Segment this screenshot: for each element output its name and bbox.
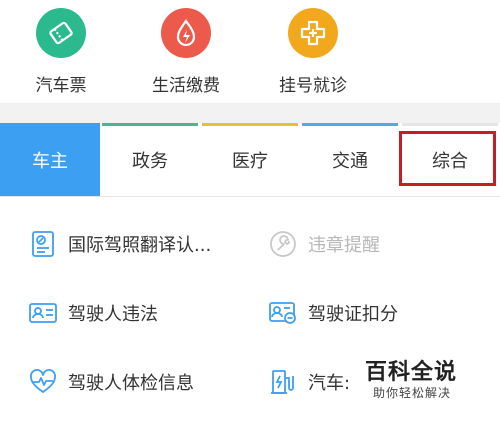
service-item-violation-reminder[interactable]: 违章提醒 (268, 229, 380, 259)
service-item-label: 国际驾照翻译认... (68, 235, 212, 256)
charging-station-icon (268, 367, 298, 397)
utility-bill-shortcut[interactable]: 生活缴费 (138, 8, 234, 96)
tab-government[interactable]: 政务 (100, 123, 200, 196)
service-item-label: 汽车: (308, 373, 351, 394)
tab-medical[interactable]: 医疗 (200, 123, 300, 196)
service-item-label: 驾驶人违法 (68, 304, 158, 325)
tab-traffic[interactable]: 交通 (300, 123, 400, 196)
tab-accent-line (302, 123, 398, 126)
service-item-label: 违章提醒 (308, 235, 380, 256)
section-divider (0, 103, 500, 123)
tab-label: 医疗 (232, 150, 268, 172)
utility-drop-icon (161, 8, 211, 58)
medical-cross-icon (288, 8, 338, 58)
tab-accent-line (202, 123, 298, 126)
heartbeat-icon (28, 367, 58, 397)
ticket-icon (36, 8, 86, 58)
service-item-health-check[interactable]: 驾驶人体检信息 (28, 367, 194, 397)
service-item-label: 驾驶人体检信息 (68, 373, 194, 394)
hospital-registration-shortcut[interactable]: 挂号就诊 (265, 8, 361, 96)
highlight-box (399, 131, 496, 186)
shortcut-label: 汽车票 (35, 76, 87, 96)
watermark-title: 百科全说 (365, 360, 458, 385)
tab-accent-line (102, 123, 198, 126)
driver-id-card-icon (28, 298, 58, 328)
shortcut-label: 生活缴费 (152, 76, 220, 96)
watermark-logo: 百科全说 助你轻松解决 (352, 352, 470, 404)
tab-car-owner[interactable]: 车主 (0, 123, 100, 196)
tab-label: 车主 (32, 150, 68, 172)
shortcut-label: 挂号就诊 (279, 76, 347, 96)
bus-ticket-shortcut[interactable]: 汽车票 (13, 8, 109, 96)
license-minus-icon (268, 298, 298, 328)
service-item-car-charging[interactable]: 汽车: (268, 367, 350, 397)
service-item-intl-license[interactable]: 国际驾照翻译认... (28, 229, 211, 259)
license-doc-icon (28, 229, 58, 259)
service-item-label: 驾驶证扣分 (308, 304, 398, 325)
tab-accent-line (402, 123, 498, 126)
service-item-driver-violation[interactable]: 驾驶人违法 (28, 298, 158, 328)
tab-label: 交通 (332, 150, 368, 172)
watermark-subtitle: 助你轻松解决 (373, 386, 452, 400)
wrench-icon (268, 229, 298, 259)
service-item-license-points[interactable]: 驾驶证扣分 (268, 298, 398, 328)
tab-label: 政务 (132, 150, 168, 172)
